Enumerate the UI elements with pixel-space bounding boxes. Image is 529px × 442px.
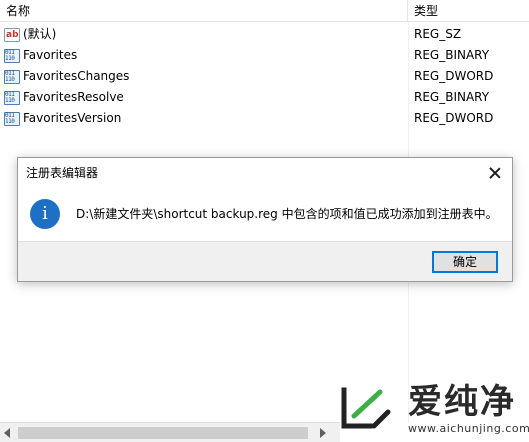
- horizontal-scrollbar[interactable]: [0, 422, 340, 442]
- table-row[interactable]: 011 110 FavoritesVersion REG_DWORD: [0, 108, 529, 129]
- table-row[interactable]: 011 110 FavoritesChanges REG_DWORD: [0, 66, 529, 87]
- close-icon[interactable]: [484, 162, 506, 184]
- value-rows: ab (默认) REG_SZ 011 110 Favorites REG_BIN…: [0, 24, 529, 129]
- scroll-left-icon[interactable]: [4, 428, 10, 438]
- binary-value-icon: 011 110: [4, 111, 20, 126]
- message-dialog: 注册表编辑器 i D:\新建文件夹\shortcut backup.reg 中包…: [17, 157, 513, 282]
- value-name: (默认): [23, 27, 57, 41]
- value-type: REG_DWORD: [414, 111, 494, 125]
- table-row[interactable]: 011 110 FavoritesResolve REG_BINARY: [0, 87, 529, 108]
- column-header-type[interactable]: 类型: [408, 0, 529, 22]
- dialog-body: i D:\新建文件夹\shortcut backup.reg 中包含的项和值已成…: [18, 188, 512, 241]
- value-type: REG_SZ: [414, 27, 462, 41]
- dialog-title: 注册表编辑器: [26, 166, 99, 180]
- dialog-footer: 确定: [18, 241, 512, 281]
- value-name: FavoritesChanges: [23, 69, 130, 83]
- scroll-right-icon[interactable]: [320, 428, 326, 438]
- value-type: REG_BINARY: [414, 48, 490, 62]
- info-icon: i: [30, 199, 60, 229]
- column-header: 名称 类型: [0, 0, 529, 22]
- table-row[interactable]: 011 110 Favorites REG_BINARY: [0, 45, 529, 66]
- binary-value-icon: 011 110: [4, 90, 20, 105]
- ok-button[interactable]: 确定: [432, 251, 498, 273]
- watermark-text: 爱纯净: [408, 382, 516, 422]
- binary-value-icon: 011 110: [4, 48, 20, 63]
- binary-value-icon: 011 110: [4, 69, 20, 84]
- logo-mark-icon: [341, 387, 391, 429]
- dialog-message: D:\新建文件夹\shortcut backup.reg 中包含的项和值已成功添…: [76, 207, 498, 221]
- value-type: REG_BINARY: [414, 90, 490, 104]
- value-name: FavoritesVersion: [23, 111, 122, 125]
- table-row[interactable]: ab (默认) REG_SZ: [0, 24, 529, 45]
- value-name: Favorites: [23, 48, 78, 62]
- scrollbar-thumb[interactable]: [18, 427, 308, 439]
- string-value-icon: ab: [4, 27, 20, 42]
- watermark-logo: 爱纯净 www.aichunjing.com: [334, 378, 529, 442]
- value-name: FavoritesResolve: [23, 90, 124, 104]
- dialog-titlebar[interactable]: 注册表编辑器: [18, 158, 512, 188]
- value-type: REG_DWORD: [414, 69, 494, 83]
- watermark-url: www.aichunjing.com: [408, 422, 529, 435]
- column-header-name[interactable]: 名称: [0, 0, 408, 22]
